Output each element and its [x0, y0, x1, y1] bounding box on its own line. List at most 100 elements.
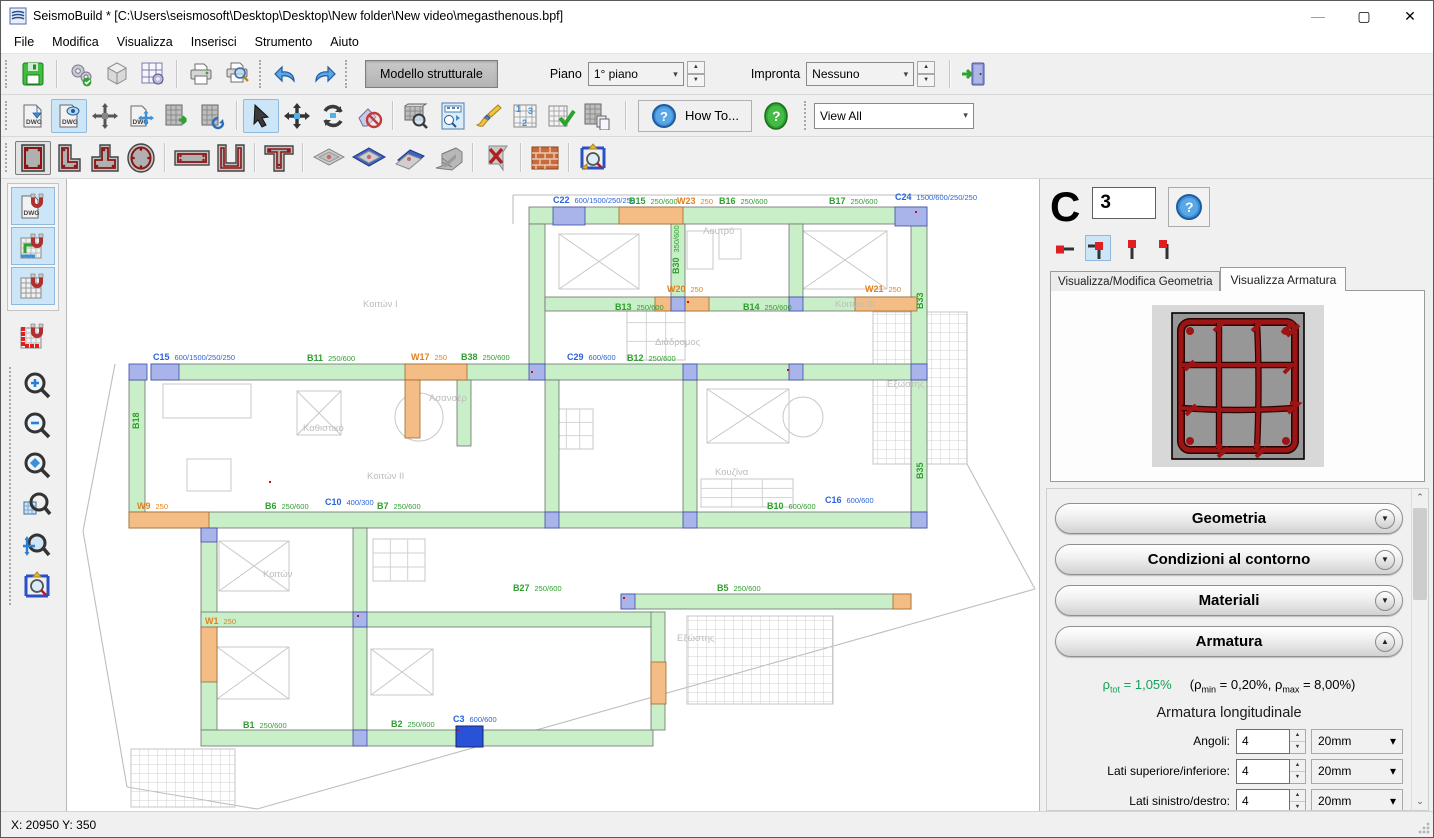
delete-disabled-button[interactable] — [351, 99, 387, 133]
snap-dwg-button[interactable]: DWG — [11, 187, 55, 225]
select-cursor-button[interactable] — [243, 99, 279, 133]
lati-sup-count-input[interactable] — [1236, 759, 1290, 784]
accordion-armatura[interactable]: Armatura▲ — [1055, 626, 1403, 657]
slab-inclined-button[interactable] — [389, 141, 429, 175]
report-button[interactable] — [435, 99, 471, 133]
tab-visualizza-armatura[interactable]: Visualizza Armatura — [1220, 267, 1346, 291]
menu-modifica[interactable]: Modifica — [43, 32, 108, 52]
angoli-count-input[interactable] — [1236, 729, 1290, 754]
toolbar-drag-handle[interactable] — [345, 60, 350, 88]
close-button[interactable]: ✕ — [1387, 1, 1433, 31]
settings-gears-button[interactable] — [63, 57, 99, 91]
orientation-top-button[interactable] — [1118, 235, 1144, 261]
exit-door-button[interactable] — [956, 57, 992, 91]
dwg-move-button[interactable]: DWG — [123, 99, 159, 133]
renumber-button[interactable]: 132 — [507, 99, 543, 133]
model-check-button[interactable] — [543, 99, 579, 133]
how-to-button[interactable]: ? How To... — [638, 100, 752, 132]
grid-settings-button[interactable] — [135, 57, 171, 91]
slab-ribbed-button[interactable] — [349, 141, 389, 175]
stairs-button[interactable] — [429, 141, 467, 175]
toolbar-drag-handle[interactable] — [5, 101, 10, 130]
scroll-up-icon[interactable]: ⌃ — [1412, 489, 1428, 506]
piano-combobox[interactable]: 1° piano▾ — [588, 62, 684, 86]
print-preview-button[interactable] — [219, 57, 255, 91]
building-update-button[interactable] — [195, 99, 231, 133]
orientation-left-button[interactable] — [1052, 235, 1078, 261]
toolbar-drag-handle[interactable] — [5, 143, 10, 172]
accordion-materiali[interactable]: Materiali▼ — [1055, 585, 1403, 616]
section-u-button[interactable] — [213, 141, 249, 175]
drawing-canvas[interactable]: C22600/1500/250/250B15250/600W23250B1625… — [67, 179, 1039, 811]
menu-visualizza[interactable]: Visualizza — [108, 32, 182, 52]
modello-strutturale-button[interactable]: Modello strutturale — [365, 60, 498, 88]
redo-button[interactable] — [305, 57, 341, 91]
slab-flat-button[interactable] — [309, 141, 349, 175]
rotate-button[interactable] — [315, 99, 351, 133]
menu-aiuto[interactable]: Aiuto — [321, 32, 368, 52]
dwg-view-button[interactable]: DWG — [51, 99, 87, 133]
zoom-window-button[interactable] — [15, 487, 59, 525]
scrollbar-track[interactable] — [1412, 506, 1428, 793]
resize-grip[interactable] — [1417, 821, 1431, 835]
accordion-geometria[interactable]: Geometria▼ — [1055, 503, 1403, 534]
snap-grid-button[interactable] — [11, 267, 55, 305]
building-copy-button[interactable] — [579, 99, 615, 133]
zoom-dynamic-button[interactable] — [15, 527, 59, 565]
menu-file[interactable]: File — [5, 32, 43, 52]
angoli-spinner[interactable]: ▲▼ — [1290, 729, 1306, 754]
element-number-input[interactable] — [1092, 187, 1156, 219]
impronta-spinner[interactable]: ▲▼ — [917, 61, 935, 87]
section-beam-button[interactable] — [171, 141, 213, 175]
lati-sup-spinner[interactable]: ▲▼ — [1290, 759, 1306, 784]
move-button[interactable] — [279, 99, 315, 133]
lati-sin-spinner[interactable]: ▲▼ — [1290, 789, 1306, 810]
material-cube-button[interactable] — [99, 57, 135, 91]
view-all-combobox[interactable]: View All▾ — [814, 103, 974, 129]
scrollbar-thumb[interactable] — [1413, 508, 1427, 600]
section-l-button[interactable] — [51, 141, 87, 175]
section-t-beam-button[interactable] — [261, 141, 297, 175]
zoom-frame-button[interactable] — [15, 567, 59, 605]
undo-button[interactable] — [269, 57, 305, 91]
building-zoom-button[interactable] — [399, 99, 435, 133]
zoom-selection-button[interactable] — [575, 141, 611, 175]
help-green-button[interactable]: ? — [758, 99, 794, 133]
zoom-out-button[interactable] — [15, 407, 59, 445]
lati-sup-diameter-combobox[interactable]: 20mm▾ — [1311, 759, 1403, 784]
snap-points-button[interactable] — [11, 317, 55, 355]
zoom-in-button[interactable] — [15, 367, 59, 405]
angoli-diameter-combobox[interactable]: 20mm▾ — [1311, 729, 1403, 754]
maximize-button[interactable]: ▢ — [1341, 1, 1387, 31]
masonry-infill-button[interactable] — [527, 141, 563, 175]
zoom-extents-button[interactable] — [15, 447, 59, 485]
toolbar-drag-handle[interactable] — [804, 101, 809, 130]
section-rectangular-button[interactable] — [15, 141, 51, 175]
save-button[interactable] — [15, 57, 51, 91]
scroll-down-icon[interactable]: ⌄ — [1412, 793, 1428, 810]
menu-inserisci[interactable]: Inserisci — [182, 32, 246, 52]
snap-lines-button[interactable] — [11, 227, 55, 265]
menu-strumento[interactable]: Strumento — [246, 32, 322, 52]
lati-sin-count-input[interactable] — [1236, 789, 1290, 810]
print-button[interactable] — [183, 57, 219, 91]
toolbar-drag-handle[interactable] — [259, 60, 264, 88]
lati-sin-diameter-combobox[interactable]: 20mm▾ — [1311, 789, 1403, 810]
orientation-center-button[interactable] — [1085, 235, 1111, 261]
floor-plan[interactable]: C22600/1500/250/250B15250/600W23250B1625… — [67, 179, 1039, 811]
piano-spinner[interactable]: ▲▼ — [687, 61, 705, 87]
dwg-import-button[interactable]: DWG — [15, 99, 51, 133]
section-t-column-button[interactable] — [87, 141, 123, 175]
impronta-combobox[interactable]: Nessuno▾ — [806, 62, 914, 86]
panel-help-button[interactable]: ? — [1168, 187, 1210, 227]
wall-opening-button[interactable] — [479, 141, 515, 175]
toolbar-drag-handle[interactable] — [5, 60, 10, 88]
building-export-button[interactable] — [159, 99, 195, 133]
paintbrush-button[interactable] — [471, 99, 507, 133]
minimize-button[interactable]: — — [1295, 1, 1341, 31]
move-vertices-button[interactable] — [87, 99, 123, 133]
orientation-corner-button[interactable] — [1151, 235, 1177, 261]
tab-visualizza-modifica-geometria[interactable]: Visualizza/Modifica Geometria — [1050, 271, 1220, 291]
accordion-condizioni[interactable]: Condizioni al contorno▼ — [1055, 544, 1403, 575]
section-circular-button[interactable] — [123, 141, 159, 175]
